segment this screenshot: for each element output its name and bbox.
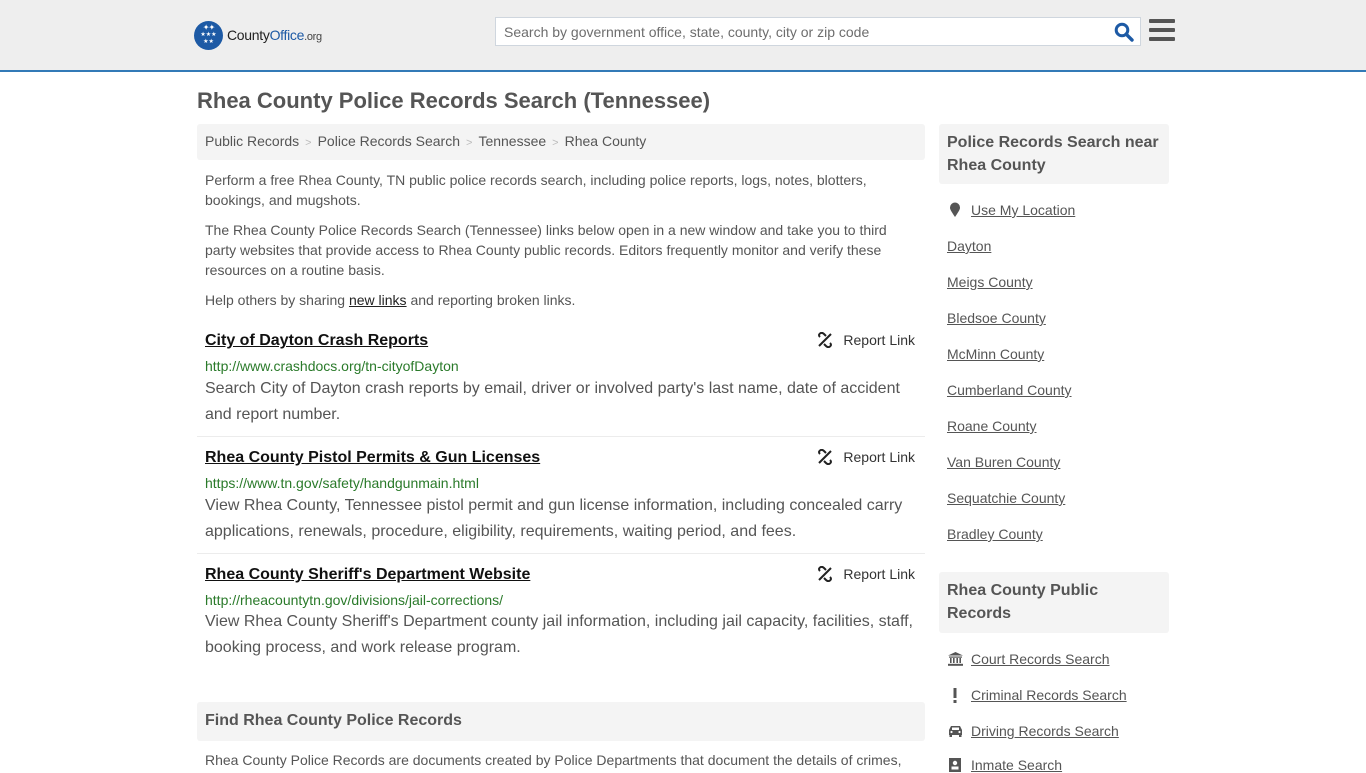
result-description: View Rhea County Sheriff's Department co…: [205, 613, 913, 656]
breadcrumb-current: Rhea County: [564, 133, 647, 149]
nearby-link-mcminn-county[interactable]: McMinn County: [947, 346, 1044, 362]
nearby-heading: Police Records Search near Rhea County: [939, 124, 1169, 184]
nearby-link-van-buren-county[interactable]: Van Buren County: [947, 454, 1060, 470]
find-records-heading: Find Rhea County Police Records: [197, 702, 925, 741]
public-records-heading: Rhea County Public Records: [939, 572, 1169, 633]
result-divider: [197, 436, 925, 437]
result-description: View Rhea County, Tennessee pistol permi…: [205, 497, 903, 540]
nearby-link-roane-county[interactable]: Roane County: [947, 418, 1037, 434]
inmate-search-link[interactable]: Inmate Search: [947, 757, 1062, 773]
breadcrumb-separator: >: [305, 137, 312, 149]
page-title: Rhea County Police Records Search (Tenne…: [197, 88, 711, 113]
breadcrumb-separator: >: [552, 137, 559, 149]
search-button[interactable]: [1114, 22, 1134, 42]
inmate-icon: [947, 758, 963, 772]
broken-link-icon: [818, 449, 833, 465]
result-title-link[interactable]: Rhea County Pistol Permits & Gun License…: [205, 449, 540, 467]
report-link-button[interactable]: Report Link: [817, 332, 915, 348]
nearby-link-dayton[interactable]: Dayton: [947, 238, 991, 254]
map-marker-icon: [947, 202, 963, 218]
new-links-link[interactable]: new links: [349, 292, 407, 308]
intro-paragraph-3: Help others by sharing new links and rep…: [205, 292, 576, 308]
search-icon: [1114, 22, 1134, 42]
breadcrumb: Public Records > Police Records Search > Ten…: [197, 124, 925, 160]
nearby-link-bledsoe-county[interactable]: Bledsoe County: [947, 310, 1046, 326]
breadcrumb-public-records[interactable]: Public Records: [205, 133, 299, 149]
result-url[interactable]: http://rheacountytn.gov/divisions/jail-c…: [205, 592, 503, 608]
search-box: [495, 17, 1141, 46]
logo-text: CountyOffice.org: [227, 27, 322, 43]
report-link-button[interactable]: Report Link: [817, 566, 915, 582]
car-icon: [947, 725, 963, 737]
report-link-button[interactable]: Report Link: [817, 449, 915, 465]
nearby-link-meigs-county[interactable]: Meigs County: [947, 274, 1033, 290]
breadcrumb-separator: >: [466, 137, 473, 149]
hamburger-menu-button[interactable]: [1149, 19, 1175, 42]
broken-link-icon: [818, 332, 833, 348]
driving-records-search-link[interactable]: Driving Records Search: [947, 723, 1119, 739]
nearby-link-sequatchie-county[interactable]: Sequatchie County: [947, 490, 1065, 506]
broken-link-icon: [818, 566, 833, 582]
search-input[interactable]: [496, 18, 1106, 45]
intro-paragraph-1: Perform a free Rhea County, TN public po…: [205, 172, 867, 208]
result-url[interactable]: https://www.tn.gov/safety/handgunmain.ht…: [205, 475, 479, 491]
exclamation-icon: [947, 687, 963, 703]
criminal-records-search-link[interactable]: Criminal Records Search: [947, 687, 1127, 703]
breadcrumb-police-records-search[interactable]: Police Records Search: [318, 133, 460, 149]
breadcrumb-tennessee[interactable]: Tennessee: [478, 133, 546, 149]
site-logo[interactable]: ✦✦ ★★★ ★★ CountyOffice.org: [194, 20, 322, 50]
courthouse-icon: [947, 652, 963, 666]
court-records-search-link[interactable]: Court Records Search: [947, 651, 1110, 667]
nearby-link-cumberland-county[interactable]: Cumberland County: [947, 382, 1072, 398]
result-description: Search City of Dayton crash reports by e…: [205, 380, 900, 423]
intro-paragraph-2: The Rhea County Police Records Search (T…: [205, 222, 887, 278]
result-title-link[interactable]: City of Dayton Crash Reports: [205, 332, 428, 350]
find-records-text: Rhea County Police Records are documents…: [205, 752, 902, 768]
result-url[interactable]: http://www.crashdocs.org/tn-cityofDayton: [205, 358, 459, 374]
site-header: ✦✦ ★★★ ★★ CountyOffice.org: [0, 0, 1366, 72]
nearby-link-bradley-county[interactable]: Bradley County: [947, 526, 1043, 542]
result-title-link[interactable]: Rhea County Sheriff's Department Website: [205, 566, 530, 584]
eagle-stars-icon: ✦✦ ★★★ ★★: [194, 20, 223, 50]
result-divider: [197, 553, 925, 554]
use-my-location-link[interactable]: Use My Location: [947, 202, 1075, 218]
